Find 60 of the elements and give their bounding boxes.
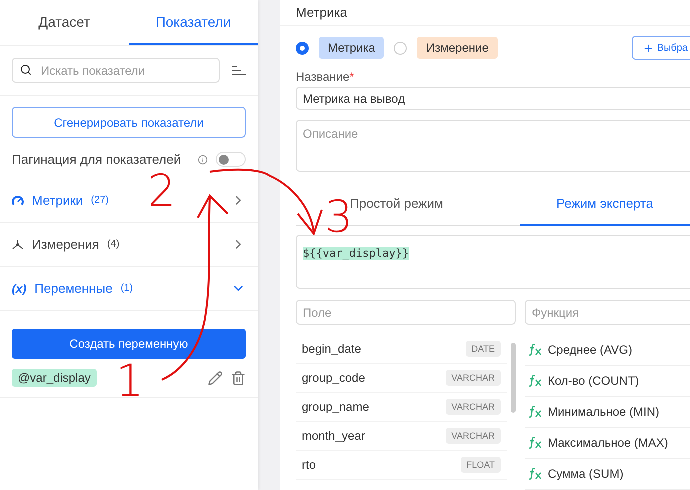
pagination-toggle[interactable] [216,152,246,167]
panel-title: Метрика [280,0,690,26]
scrollbar[interactable] [511,343,516,413]
type-chip: Метрика [319,37,384,60]
group-count: (4) [107,239,121,250]
type-chip: Измерение [417,37,498,60]
function-icon [529,406,542,418]
function-search[interactable]: Функция [525,300,690,325]
group-count: (27) [91,195,110,206]
function-name[interactable]: Минимальное (MIN) [548,405,686,419]
function-name[interactable]: Кол-во (COUNT) [548,374,686,388]
variable-tag[interactable]: @var_display [12,369,97,387]
field-name[interactable]: group_name [302,400,440,414]
mode-tab[interactable]: Режим эксперта [520,184,690,226]
variable-icon: (x) [12,282,27,296]
function-icon [529,375,542,387]
function-name[interactable]: Максимальное (MAX) [548,436,686,450]
radio-button[interactable] [296,42,309,55]
trash-icon[interactable] [231,370,246,386]
select-button[interactable]: Выбра [632,36,690,60]
field-name[interactable]: begin_date [302,342,460,356]
function-icon [529,468,542,480]
edit-icon[interactable] [208,370,223,386]
gauge-icon [12,194,24,206]
name-field[interactable]: Метрика на вывод [296,87,690,110]
tab[interactable]: Показатели [129,0,258,45]
annotation-number: 2 [148,170,176,214]
plus-icon [643,42,654,54]
nodes-icon [12,238,24,250]
pagination-label: Пагинация для показателей [12,152,182,167]
group-count: (1) [120,283,134,294]
type-tag: FLOAT [460,457,501,473]
type-tag: DATE [466,341,501,357]
group-label[interactable]: Переменные [34,281,113,296]
group-label[interactable]: Измерения [32,237,100,252]
generate-button[interactable]: Сгенерировать показатели [12,107,246,138]
function-icon [529,437,542,449]
name-label: Название* [296,70,356,84]
field-name[interactable]: month_year [302,429,440,443]
search-icon [20,64,32,76]
type-tag: VARCHAR [446,399,501,415]
function-name[interactable]: Среднее (AVG) [548,343,686,357]
expression-text: ${{var_display}} [303,246,409,260]
info-icon[interactable] [198,154,208,164]
annotation-number: 1 [116,360,144,404]
type-tag: VARCHAR [446,428,501,444]
function-icon [529,344,542,356]
field-name[interactable]: rto [302,458,455,472]
type-tag: VARCHAR [446,370,501,386]
search-field[interactable]: Искать показатели [12,58,220,83]
expression-editor[interactable]: ${{var_display}} [296,234,690,289]
function-name[interactable]: Сумма (SUM) [548,467,686,481]
field-name[interactable]: group_code [302,371,440,385]
create-variable-button[interactable]: Создать переменную [12,329,246,359]
field-search[interactable]: Поле [296,300,516,325]
sort-icon[interactable] [232,66,246,76]
group-label[interactable]: Метрики [32,193,84,208]
tab[interactable]: Датасет [0,0,129,45]
description-field[interactable]: Описание [296,120,690,172]
mode-tab[interactable]: Простой режим [350,184,520,226]
